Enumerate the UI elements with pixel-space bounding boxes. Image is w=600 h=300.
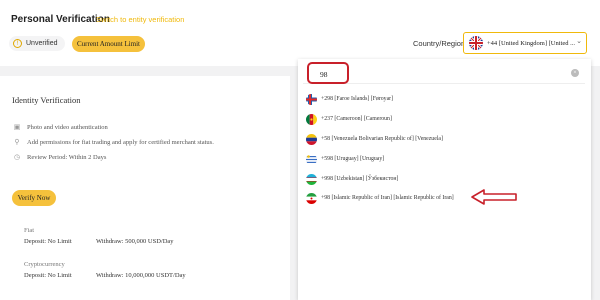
feature-label: Photo and video authentication [27, 123, 108, 131]
status-badge-label: Unverified [26, 40, 58, 47]
option-label: +598 [Uruguay] [Uruguay] [321, 156, 385, 162]
iran-flag-icon [306, 192, 317, 204]
switch-entity-link[interactable]: Switch to entity verification [96, 15, 184, 24]
country-option-uruguay[interactable]: +598 [Uruguay] [Uruguay] [306, 152, 384, 166]
country-option-iran[interactable]: +98 [Islamic Republic of Iran] [Islamic … [306, 191, 454, 205]
clock-icon: ◷ [13, 153, 21, 161]
identity-verification-title: Identity Verification [12, 95, 81, 105]
option-label: +998 [Uzbekistan] [Ўзбекистон] [321, 176, 399, 182]
crypto-deposit: Deposit: No Limit [24, 272, 72, 279]
crypto-withdraw: Withdraw: 10,000,000 USDT/Day [96, 272, 186, 279]
faroe-flag-icon [306, 93, 317, 105]
country-option-cameroon[interactable]: +237 [Cameroon] [Cameroun] [306, 112, 392, 126]
country-option-faroe[interactable]: +298 [Faroe Islands] [Føroyar] [306, 92, 393, 106]
country-dropdown: 98 × +298 [Faroe Islands] [Føroyar] +237… [298, 59, 591, 300]
feature-item: ◷ Review Period: Within 2 Days [13, 153, 106, 161]
uk-flag-icon [469, 36, 483, 50]
option-label: +58 [Venezuela Bolivarian Republic of] [… [321, 136, 443, 142]
country-region-label: Country/Region [413, 39, 466, 48]
verify-now-button[interactable]: Verify Now [12, 190, 56, 206]
info-icon: ! [13, 39, 22, 48]
country-option-uzbekistan[interactable]: +998 [Uzbekistan] [Ўзбекистон] [306, 172, 398, 186]
country-search-input[interactable]: 98 × [303, 62, 585, 84]
cameroon-flag-icon [306, 113, 317, 125]
feature-item: ⚲ Add permissions for fiat trading and a… [13, 138, 214, 146]
option-label: +98 [Islamic Republic of Iran] [Islamic … [321, 195, 454, 201]
fiat-deposit: Deposit: No Limit [24, 238, 72, 245]
fiat-withdraw: Withdraw: 500,000 USD/Day [96, 238, 174, 245]
option-label: +298 [Faroe Islands] [Føroyar] [321, 96, 394, 102]
country-option-venezuela[interactable]: +58 [Venezuela Bolivarian Republic of] [… [306, 132, 443, 146]
annotation-arrow-icon [471, 189, 517, 205]
feature-label: Add permissions for fiat trading and app… [27, 138, 214, 146]
country-region-select[interactable]: +44 [United Kingdom] [United ... ⌄ [463, 32, 587, 54]
highlight-box [307, 62, 349, 84]
status-badge: ! Unverified [9, 36, 65, 51]
feature-label: Review Period: Within 2 Days [27, 153, 107, 161]
option-label: +237 [Cameroon] [Cameroun] [321, 116, 392, 122]
search-icon: ⚲ [14, 138, 20, 146]
uzbekistan-flag-icon [306, 173, 317, 185]
identity-verification-card: Identity Verification ▣ Photo and video … [0, 76, 290, 300]
photo-icon: ▣ [13, 123, 21, 131]
country-region-value: +44 [United Kingdom] [United ... [487, 39, 575, 47]
top-bar: Personal Verification Switch to entity v… [0, 0, 600, 66]
crypto-label: Cryptocurrency [24, 261, 65, 268]
country-search-value: 98 [320, 70, 328, 79]
fiat-label: Fiat [24, 227, 35, 234]
clear-icon[interactable]: × [571, 69, 579, 77]
uruguay-flag-icon [306, 153, 317, 165]
current-amount-limit-button[interactable]: Current Amount Limit [72, 36, 145, 52]
chevron-down-icon: ⌄ [576, 37, 582, 45]
venezuela-flag-icon [306, 133, 317, 145]
feature-item: ▣ Photo and video authentication [13, 123, 108, 131]
